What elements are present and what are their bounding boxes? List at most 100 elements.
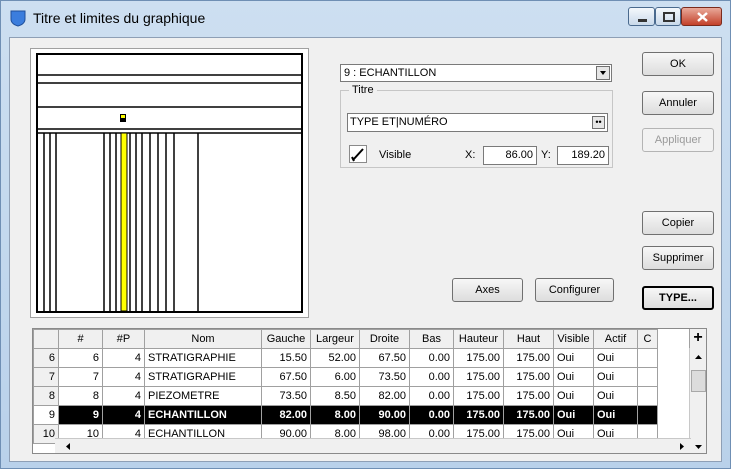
table-cell[interactable]: 4	[102, 405, 145, 425]
column-header[interactable]: Droite	[359, 329, 410, 349]
row-header-cell[interactable]: 8	[33, 386, 59, 406]
table-cell[interactable]: 73.50	[261, 386, 311, 406]
column-header[interactable]: Visible	[553, 329, 594, 349]
horizontal-scrollbar[interactable]	[55, 438, 691, 453]
y-label: Y:	[541, 149, 551, 161]
table-cell[interactable]: 0.00	[409, 348, 454, 368]
y-position-field[interactable]: 189.20	[557, 146, 609, 165]
table-cell[interactable]: 175.00	[503, 348, 554, 368]
table-cell[interactable]: 4	[102, 386, 145, 406]
table-cell[interactable]: Oui	[593, 386, 638, 406]
table-cell[interactable]	[637, 367, 658, 387]
scroll-up-arrow-icon[interactable]	[690, 350, 707, 364]
graphs-table[interactable]: # #P Nom Gauche Largeur Droite Bas Haute…	[32, 328, 707, 454]
row-header-cell[interactable]: 6	[33, 348, 59, 368]
table-cell[interactable]: 175.00	[503, 386, 554, 406]
column-header[interactable]: Actif	[593, 329, 638, 349]
close-button[interactable]	[681, 7, 722, 26]
column-header[interactable]: Haut	[503, 329, 554, 349]
table-cell[interactable]: 73.50	[359, 367, 410, 387]
axes-button[interactable]: Axes	[452, 278, 523, 302]
table-cell[interactable]: 52.00	[310, 348, 360, 368]
dropdown-arrow-icon[interactable]	[596, 66, 610, 80]
table-cell[interactable]: 15.50	[261, 348, 311, 368]
add-row-icon[interactable]: +	[689, 329, 706, 348]
table-cell[interactable]	[637, 405, 658, 425]
table-row[interactable]: 9 9 4 ECHANTILLON 82.00 8.00 90.00 0.00 175.00 17…	[33, 405, 658, 425]
table-cell[interactable]: Oui	[553, 348, 594, 368]
delete-button[interactable]: Supprimer	[642, 246, 714, 270]
table-row[interactable]: 6 6 4 STRATIGRAPHIE 15.50 52.00 67.50 0.00 175.0…	[33, 348, 658, 368]
column-header[interactable]: #	[58, 329, 103, 349]
table-cell[interactable]: 0.00	[409, 367, 454, 387]
table-cell[interactable]: Oui	[593, 348, 638, 368]
table-cell[interactable]: Oui	[593, 405, 638, 425]
table-cell[interactable]: 67.50	[261, 367, 311, 387]
table-cell[interactable]	[637, 386, 658, 406]
column-header[interactable]: C	[637, 329, 658, 349]
table-cell[interactable]: ECHANTILLON	[144, 405, 262, 425]
table-cell[interactable]: 175.00	[503, 405, 554, 425]
table-cell[interactable]: 175.00	[453, 405, 504, 425]
table-cell[interactable]: 4	[102, 348, 145, 368]
title-bar[interactable]: Titre et limites du graphique	[1, 1, 730, 37]
row-header-cell[interactable]: 7	[33, 367, 59, 387]
apply-button[interactable]: Appliquer	[642, 128, 714, 152]
table-cell[interactable]: 7	[58, 367, 103, 387]
cancel-button[interactable]: Annuler	[642, 91, 714, 115]
table-cell[interactable]: 4	[102, 367, 145, 387]
graph-selector-dropdown[interactable]: 9 : ECHANTILLON	[340, 64, 612, 82]
table-cell[interactable]: 67.50	[359, 348, 410, 368]
scroll-right-arrow-icon[interactable]	[675, 439, 689, 453]
table-row[interactable]: 7 7 4 STRATIGRAPHIE 67.50 6.00 73.50 0.00 175.00…	[33, 367, 658, 387]
table-cell[interactable]: 9	[58, 405, 103, 425]
table-cell[interactable]: Oui	[553, 386, 594, 406]
table-cell[interactable]: 82.00	[261, 405, 311, 425]
table-cell[interactable]: 0.00	[409, 405, 454, 425]
table-cell[interactable]: PIEZOMETRE	[144, 386, 262, 406]
column-header[interactable]: Bas	[409, 329, 454, 349]
graph-preview[interactable]	[30, 48, 309, 318]
table-cell[interactable]: 82.00	[359, 386, 410, 406]
table-cell[interactable]: 8	[58, 386, 103, 406]
visible-checkbox[interactable]	[349, 145, 367, 163]
table-cell[interactable]: Oui	[553, 367, 594, 387]
row-header-cell[interactable]: 9	[33, 405, 59, 425]
title-text-field[interactable]: TYPE ET|NUMÉRO ••	[347, 113, 608, 132]
column-header[interactable]: Nom	[144, 329, 262, 349]
column-header[interactable]: Hauteur	[453, 329, 504, 349]
corner-header-cell	[33, 329, 59, 349]
maximize-button[interactable]	[655, 7, 681, 26]
table-cell[interactable]: 90.00	[359, 405, 410, 425]
table-cell[interactable]: STRATIGRAPHIE	[144, 367, 262, 387]
table-cell[interactable]: 8.00	[310, 405, 360, 425]
vertical-scrollbar[interactable]	[689, 348, 707, 454]
column-header[interactable]: #P	[102, 329, 145, 349]
table-cell[interactable]: 175.00	[453, 386, 504, 406]
scroll-left-arrow-icon[interactable]	[61, 439, 75, 453]
configure-button[interactable]: Configurer	[535, 278, 614, 302]
table-cell[interactable]: 175.00	[503, 367, 554, 387]
graph-preview-frame	[36, 53, 303, 313]
table-cell[interactable]: 6.00	[310, 367, 360, 387]
table-cell[interactable]: 175.00	[453, 367, 504, 387]
copy-button[interactable]: Copier	[642, 211, 714, 235]
table-cell[interactable]: Oui	[553, 405, 594, 425]
table-cell[interactable]: 0.00	[409, 386, 454, 406]
ok-button[interactable]: OK	[642, 52, 714, 76]
table-cell[interactable]: 8.50	[310, 386, 360, 406]
table-cell[interactable]: STRATIGRAPHIE	[144, 348, 262, 368]
table-cell[interactable]: 175.00	[453, 348, 504, 368]
x-position-field[interactable]: 86.00	[483, 146, 537, 165]
column-header[interactable]: Gauche	[261, 329, 311, 349]
minimize-button[interactable]	[628, 7, 655, 26]
type-button[interactable]: TYPE...	[642, 286, 714, 310]
ellipsis-icon[interactable]: ••	[592, 116, 605, 129]
table-row[interactable]: 8 8 4 PIEZOMETRE 73.50 8.50 82.00 0.00 175.00 175…	[33, 386, 658, 406]
column-header[interactable]: Largeur	[310, 329, 360, 349]
scroll-down-arrow-icon[interactable]	[690, 440, 707, 454]
table-cell[interactable]	[637, 348, 658, 368]
scroll-thumb[interactable]	[691, 370, 706, 392]
table-cell[interactable]: 6	[58, 348, 103, 368]
table-cell[interactable]: Oui	[593, 367, 638, 387]
